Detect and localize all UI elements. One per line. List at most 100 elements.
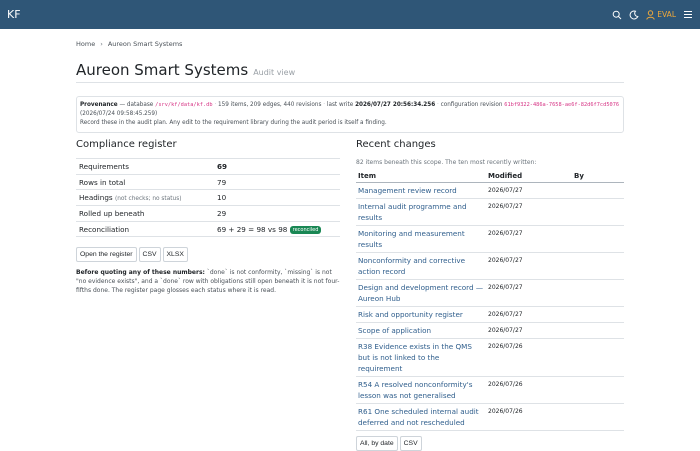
- page-subtitle: Audit view: [253, 68, 296, 77]
- item-link[interactable]: R54 A resolved nonconformity's lesson wa…: [356, 376, 486, 404]
- register-note-lead: Before quoting any of these numbers:: [76, 269, 205, 277]
- table-row: Reconciliation 69 + 29 = 98 vs 98 reconc…: [76, 220, 340, 238]
- modified-by: [572, 403, 624, 431]
- breadcrumb-current: Aureon Smart Systems: [107, 40, 183, 48]
- xlsx-button[interactable]: XLSX: [162, 247, 188, 263]
- modified-date: 2026/07/26: [486, 338, 572, 377]
- row-key: Headings (not checks; no status): [76, 189, 214, 206]
- modified-date: 2026/07/27: [486, 252, 572, 280]
- reconciled-badge: reconciled: [289, 225, 322, 234]
- user-icon: [646, 9, 655, 20]
- breadcrumb-separator: ›: [100, 40, 103, 48]
- modified-by: [572, 376, 624, 404]
- table-row: Scope of application 2026/07/27: [356, 322, 624, 339]
- provenance-note: Record these in the audit plan. Any edit…: [80, 120, 387, 126]
- open-register-button[interactable]: Open the register: [76, 247, 137, 263]
- item-link[interactable]: R61 One scheduled internal audit deferre…: [356, 403, 486, 431]
- recent-changes-section: Recent changes 82 items beneath this sco…: [356, 139, 624, 451]
- modified-date: 2026/07/27: [486, 198, 572, 226]
- table-row: R61 One scheduled internal audit deferre…: [356, 403, 624, 431]
- register-buttons: Open the register CSV XLSX: [76, 247, 340, 263]
- separator-dot: ·: [437, 102, 439, 108]
- item-link[interactable]: R38 Evidence exists in the QMS but is no…: [356, 338, 486, 377]
- table-row: Requirements 69: [76, 158, 340, 175]
- user-menu[interactable]: EVAL: [646, 9, 676, 20]
- item-link[interactable]: Scope of application: [356, 322, 486, 339]
- modified-by: [572, 198, 624, 226]
- config-date: (2026/07/24 09:58:45.259): [80, 111, 158, 117]
- table-row: Rows in total 79: [76, 173, 340, 190]
- column-header-modified: Modified: [486, 170, 572, 183]
- row-key-text: Headings: [79, 193, 113, 203]
- item-link[interactable]: Internal audit programme and results: [356, 198, 486, 226]
- table-row: Design and development record — Aureon H…: [356, 279, 624, 307]
- table-row: R54 A resolved nonconformity's lesson wa…: [356, 376, 624, 404]
- item-link[interactable]: Nonconformity and corrective action reco…: [356, 252, 486, 280]
- search-icon[interactable]: [612, 10, 622, 20]
- table-row: Monitoring and measurement results 2026/0…: [356, 225, 624, 253]
- separator-dot: ·: [214, 102, 217, 108]
- requirements-count: 69: [217, 161, 228, 171]
- breadcrumb: Home › Aureon Smart Systems: [76, 40, 624, 48]
- modified-date: 2026/07/27: [486, 279, 572, 307]
- modified-date: 2026/07/27: [486, 225, 572, 253]
- row-key: Rows in total: [76, 173, 214, 190]
- top-navbar: KF EVAL: [0, 0, 700, 29]
- item-link[interactable]: Risk and opportunity register: [356, 306, 486, 323]
- last-write-value: 2026/07/27 20:56:34.256: [355, 102, 436, 108]
- modified-date: 2026/07/26: [486, 403, 572, 431]
- user-name: EVAL: [657, 10, 676, 19]
- column-header-item: Item: [356, 170, 486, 183]
- last-write-label: last write: [326, 102, 354, 108]
- reconciliation-value: 69 + 29 = 98 vs 98: [217, 224, 288, 234]
- row-key: Reconciliation: [76, 220, 214, 238]
- db-stats: 159 items, 209 edges, 440 revisions: [217, 102, 322, 108]
- compliance-table: Requirements 69 Rows in total 79 Heading…: [76, 158, 340, 238]
- modified-date: 2026/07/27: [486, 182, 572, 199]
- row-value: 10: [214, 189, 340, 206]
- modified-date: 2026/07/27: [486, 306, 572, 323]
- provenance-box: Provenance — database /srv/kf/data/kf.db…: [76, 96, 624, 133]
- table-row: Internal audit programme and results 2026…: [356, 198, 624, 226]
- table-row: R38 Evidence exists in the QMS but is no…: [356, 338, 624, 377]
- row-key: Requirements: [76, 158, 214, 175]
- breadcrumb-home[interactable]: Home: [76, 40, 95, 48]
- row-key: Rolled up beneath: [76, 205, 214, 222]
- recent-changes-table: Item Modified By Management review recor…: [356, 170, 624, 431]
- column-header-by: By: [572, 170, 624, 183]
- modified-by: [572, 279, 624, 307]
- modified-by: [572, 322, 624, 339]
- table-row: Headings (not checks; no status) 10: [76, 189, 340, 206]
- page-title: Aureon Smart Systems: [76, 61, 249, 79]
- table-row: Risk and opportunity register 2026/07/27: [356, 306, 624, 323]
- item-link[interactable]: Management review record: [356, 182, 486, 199]
- provenance-label: Provenance: [80, 102, 118, 108]
- modified-by: [572, 338, 624, 377]
- modified-date: 2026/07/27: [486, 322, 572, 339]
- config-revision: 61bf9322-486a-7658-ae6f-82d6f7cd5076: [504, 102, 620, 108]
- item-link[interactable]: Design and development record — Aureon H…: [356, 279, 486, 307]
- modified-by: [572, 252, 624, 280]
- row-key-hint: (not checks; no status): [114, 196, 182, 203]
- recent-changes-intro: 82 items beneath this scope. The ten mos…: [356, 159, 537, 166]
- row-value: 79: [214, 173, 340, 190]
- main-content: Home › Aureon Smart Systems Aureon Smart…: [76, 29, 624, 451]
- table-row: Management review record 2026/07/27: [356, 182, 624, 199]
- brand-logo[interactable]: KF: [7, 8, 21, 21]
- hamburger-menu-icon[interactable]: [683, 10, 693, 19]
- provenance-dash: — database: [119, 102, 154, 108]
- item-link[interactable]: Monitoring and measurement results: [356, 225, 486, 253]
- csv-button[interactable]: CSV: [138, 247, 161, 263]
- register-note: Before quoting any of these numbers: `do…: [76, 268, 340, 295]
- compliance-section: Compliance register Requirements 69 Rows…: [76, 139, 340, 295]
- modified-by: [572, 306, 624, 323]
- table-row: Nonconformity and corrective action reco…: [356, 252, 624, 280]
- row-value: 29: [214, 205, 340, 222]
- config-label: configuration revision: [440, 102, 503, 108]
- title-row: Aureon Smart Systems Audit view: [76, 61, 624, 83]
- modified-by: [572, 182, 624, 199]
- theme-moon-icon[interactable]: [629, 9, 639, 20]
- modified-by: [572, 225, 624, 253]
- table-row: Rolled up beneath 29: [76, 205, 340, 222]
- separator-dot: ·: [323, 102, 326, 108]
